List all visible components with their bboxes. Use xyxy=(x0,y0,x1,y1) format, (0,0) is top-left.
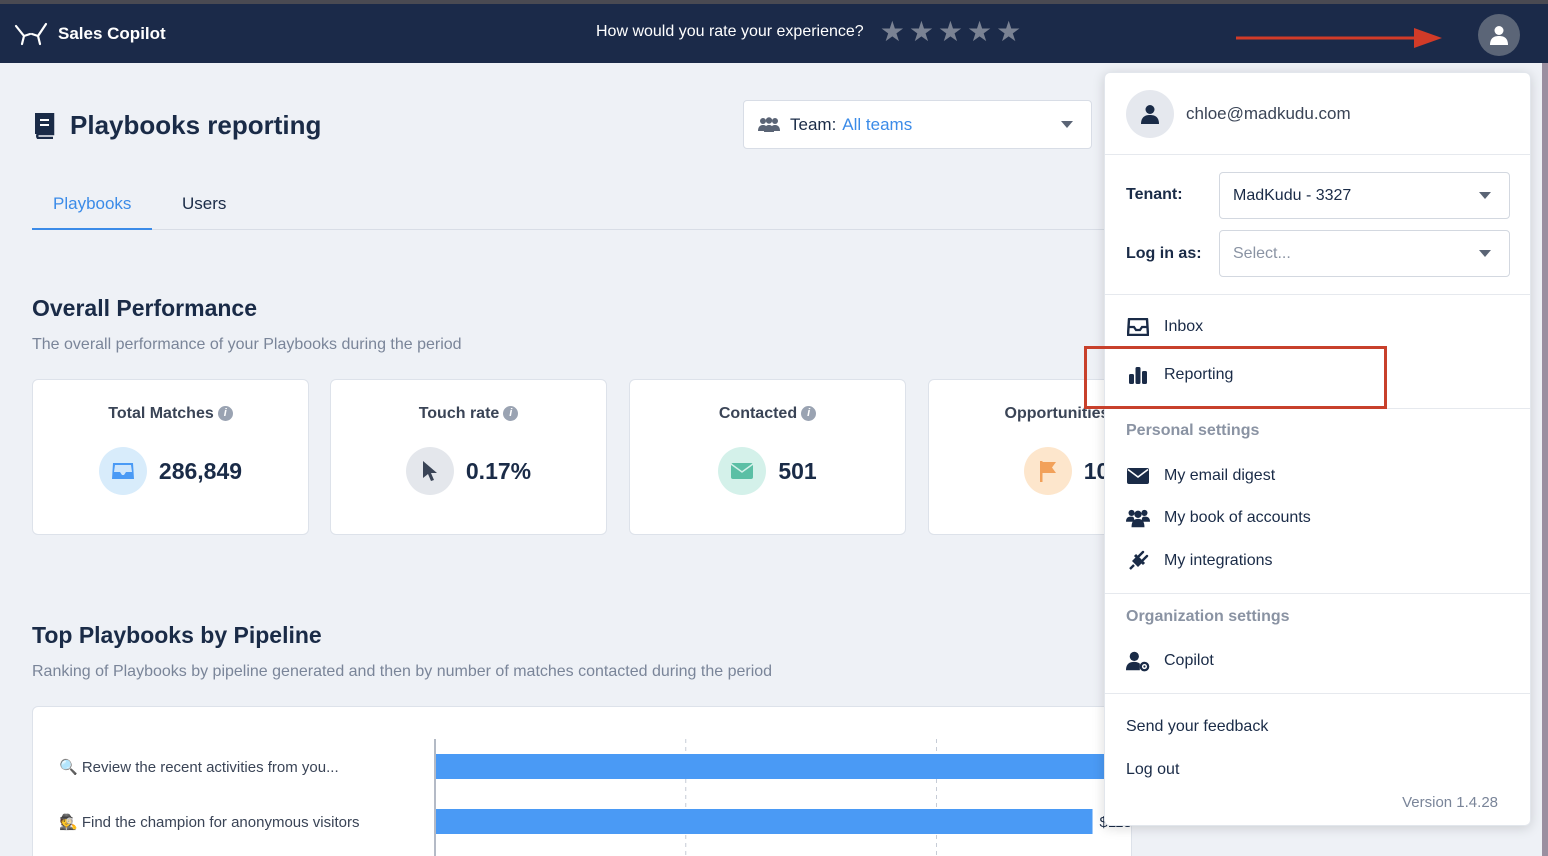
login-as-label: Log in as: xyxy=(1126,245,1202,262)
annotation-arrow-icon xyxy=(1236,28,1442,48)
inbox-icon xyxy=(98,447,147,495)
chevron-down-icon xyxy=(1479,192,1491,199)
menu-item-label: My book of accounts xyxy=(1164,509,1311,526)
book-icon xyxy=(35,112,55,139)
tenant-label: Tenant: xyxy=(1126,186,1183,203)
metric-card-touch-rate: Touch rate i 0.17% xyxy=(330,379,607,535)
menu-item-label: Copilot xyxy=(1164,652,1214,669)
annotation-highlight-box xyxy=(1084,346,1387,409)
users-icon xyxy=(758,116,780,132)
version-label: Version 1.4.28 xyxy=(1402,794,1498,811)
metric-label: Contacted xyxy=(718,405,798,422)
top-playbooks-subtitle: Ranking of Playbooks by pipeline generat… xyxy=(32,663,773,680)
star-icon[interactable]: ★ xyxy=(967,18,992,46)
team-label: Team: xyxy=(790,114,837,134)
star-icon[interactable]: ★ xyxy=(880,18,905,46)
brand[interactable]: Sales Copilot xyxy=(14,22,166,46)
logout-link[interactable]: Log out xyxy=(1126,761,1179,779)
login-as-select[interactable]: Select... xyxy=(1219,230,1510,277)
user-gear-icon xyxy=(1126,650,1150,672)
info-icon[interactable]: i xyxy=(217,406,233,422)
menu-item-integrations[interactable]: My integrations xyxy=(1126,550,1273,572)
overall-performance-subtitle: The overall performance of your Playbook… xyxy=(32,336,462,353)
tab-users[interactable]: Users xyxy=(161,180,247,230)
bar-chart: 🔍 Review the recent activities from you.… xyxy=(59,739,1132,856)
top-playbooks-title: Top Playbooks by Pipeline xyxy=(32,622,322,648)
user-avatar-button[interactable] xyxy=(1478,14,1520,56)
page-title: Playbooks reporting xyxy=(32,110,321,141)
avatar xyxy=(1126,89,1174,138)
star-icon[interactable]: ★ xyxy=(996,18,1021,46)
menu-item-label: My email digest xyxy=(1164,467,1276,484)
inbox-icon xyxy=(1126,316,1150,338)
metric-card-contacted: Contacted i 501 xyxy=(629,379,906,535)
user-icon xyxy=(1490,26,1508,45)
send-feedback-link[interactable]: Send your feedback xyxy=(1126,718,1268,736)
category-label: 🔍 Review the recent activities from you.… xyxy=(59,757,339,776)
tenant-value: MadKudu - 3327 xyxy=(1233,187,1352,204)
menu-item-email-digest[interactable]: My email digest xyxy=(1126,465,1275,487)
rating-prompt: How would you rate your experience? xyxy=(596,23,864,40)
page-title-text: Playbooks reporting xyxy=(70,110,322,140)
menu-item-copilot[interactable]: Copilot xyxy=(1126,650,1214,672)
menu-user-header: chloe@madkudu.com xyxy=(1105,73,1530,155)
app-name: Sales Copilot xyxy=(58,24,166,43)
organization-settings-label: Organization settings xyxy=(1126,608,1290,625)
login-as-placeholder: Select... xyxy=(1233,245,1291,262)
rating-stars: ★ ★ ★ ★ ★ xyxy=(880,18,1022,46)
envelope-icon xyxy=(1126,465,1150,487)
metric-label: Total Matches xyxy=(108,405,214,422)
chevron-down-icon xyxy=(1061,121,1073,128)
menu-item-label: Inbox xyxy=(1164,318,1204,335)
info-icon[interactable]: i xyxy=(503,406,519,422)
team-select[interactable]: Team: All teams xyxy=(743,100,1092,149)
users-icon xyxy=(1126,507,1150,529)
info-icon[interactable]: i xyxy=(801,406,817,422)
rating-widget: How would you rate your experience? ★ ★ … xyxy=(596,18,1021,46)
logo-icon xyxy=(14,22,48,46)
cursor-icon xyxy=(405,447,454,495)
overall-performance-title: Overall Performance xyxy=(32,295,258,321)
envelope-icon xyxy=(718,447,767,495)
top-playbooks-chart: 🔍 Review the recent activities from you.… xyxy=(32,706,1132,856)
menu-item-book-of-accounts[interactable]: My book of accounts xyxy=(1126,507,1311,529)
metric-value: 286,849 xyxy=(158,457,243,484)
category-label: 🕵 Find the champion for anonymous visito… xyxy=(59,813,359,831)
star-icon[interactable]: ★ xyxy=(938,18,963,46)
star-icon[interactable]: ★ xyxy=(909,18,934,46)
top-bar: Sales Copilot How would you rate your ex… xyxy=(0,0,1548,63)
tenant-select[interactable]: MadKudu - 3327 xyxy=(1219,172,1510,219)
chevron-down-icon xyxy=(1479,250,1491,257)
divider xyxy=(1105,693,1530,694)
team-value: All teams xyxy=(842,114,913,134)
plug-icon xyxy=(1126,550,1150,572)
tab-playbooks[interactable]: Playbooks xyxy=(32,180,153,230)
metric-value: 501 xyxy=(778,457,817,484)
personal-settings-label: Personal settings xyxy=(1126,422,1260,439)
window-edge xyxy=(1542,63,1548,856)
metric-label: Touch rate xyxy=(418,405,500,422)
user-icon xyxy=(1141,104,1159,124)
metric-value: 0.17% xyxy=(465,457,532,484)
user-menu-dropdown: chloe@madkudu.com Tenant: MadKudu - 3327… xyxy=(1104,72,1531,826)
divider xyxy=(1105,294,1530,295)
divider xyxy=(1105,593,1530,594)
metric-card-total-matches: Total Matches i 286,849 xyxy=(32,379,309,535)
menu-item-inbox[interactable]: Inbox xyxy=(1126,316,1203,338)
tab-bar: Playbooks Users xyxy=(32,180,1112,230)
bar[interactable] xyxy=(436,809,1093,834)
flag-icon xyxy=(1023,447,1072,495)
bar[interactable] xyxy=(436,754,1132,779)
menu-item-label: My integrations xyxy=(1164,552,1273,569)
user-email: chloe@madkudu.com xyxy=(1186,103,1351,123)
